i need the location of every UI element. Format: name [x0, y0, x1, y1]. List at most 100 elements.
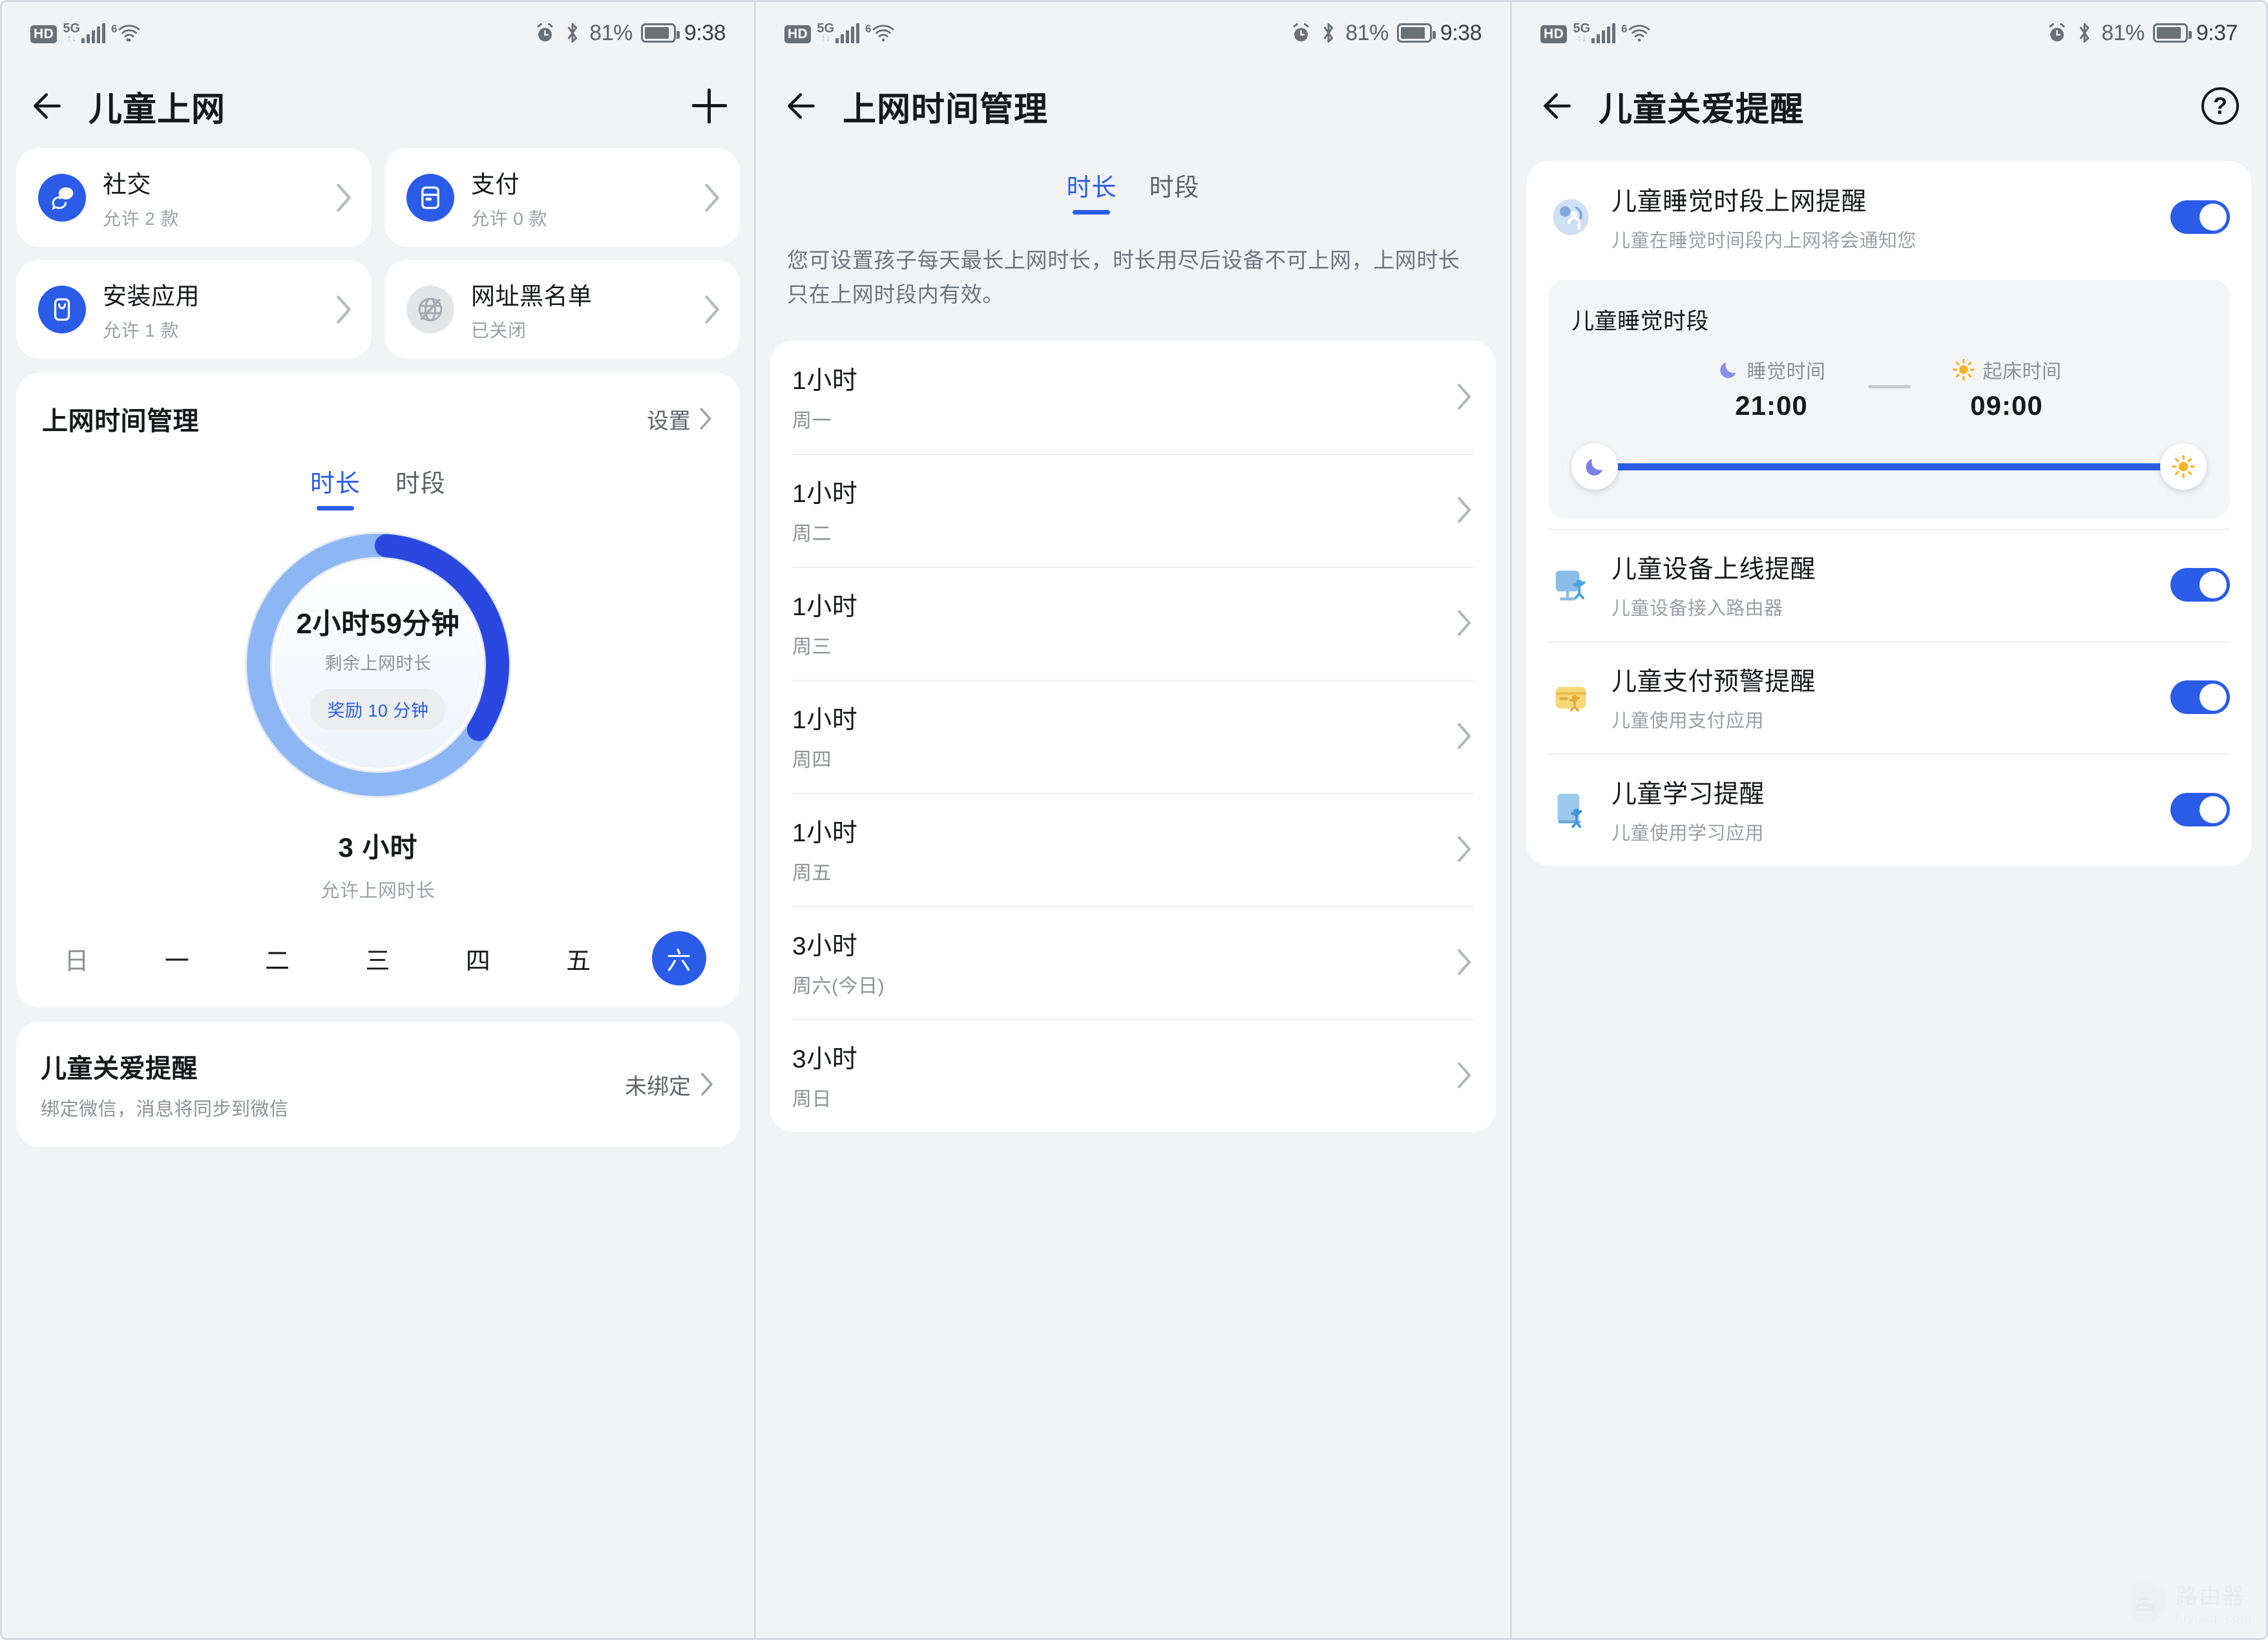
row-day: 周五 — [792, 863, 832, 885]
toggle-sleep-reminder[interactable] — [2170, 200, 2230, 234]
list-item[interactable]: 1小时 周二 — [792, 453, 1474, 567]
battery-icon — [2152, 23, 2192, 43]
care-reminder-card[interactable]: 儿童关爱提醒 绑定微信，消息将同步到微信 未绑定 — [16, 1022, 740, 1147]
moon-icon — [1719, 362, 1736, 379]
list-item[interactable]: 1小时 周四 — [792, 679, 1474, 793]
list-item[interactable]: 1小时 周五 — [792, 792, 1474, 906]
row-study-reminder[interactable]: 儿童学习提醒 儿童使用学习应用 — [1548, 753, 2230, 866]
day-thursday[interactable]: 四 — [451, 931, 505, 985]
bedtime-value: 21:00 — [1735, 390, 1808, 421]
remaining-time-value: 2小时59分钟 — [296, 608, 460, 640]
sleep-period-title: 儿童睡觉时段 — [1571, 309, 1710, 334]
settings-link[interactable]: 设置 — [647, 403, 714, 435]
list-item[interactable]: 3小时周六(今日) — [792, 905, 1474, 1019]
status-bar-2: HD 5G ↑↓ 6 81% 9:38 — [756, 2, 1510, 64]
tile-sub: 已关闭 — [471, 320, 527, 341]
screen-care-reminder: HD 5G ↑↓ 6 81% 9:37 儿童关爱提醒 ? 儿童睡觉时段上网提醒 … — [1512, 0, 2268, 1640]
screen-children-internet: HD 5G ↑↓ 6 81% 9:38 儿童上网 社交 允许 2 款 支付 允许… — [0, 0, 756, 1640]
sleep-period-box: 儿童睡觉时段 睡觉时间 21:00 起床时间 09:00 — [1548, 280, 2230, 518]
hd-icon: HD — [1540, 25, 1568, 44]
day-saturday[interactable]: 六 — [651, 931, 706, 985]
add-icon[interactable] — [692, 89, 727, 123]
chevron-right-icon — [1458, 949, 1471, 976]
battery-icon — [1396, 23, 1436, 43]
row-day: 周六(今日) — [792, 976, 885, 998]
row-value: 1小时 — [792, 367, 858, 395]
row-subtitle: 儿童使用支付应用 — [1612, 711, 1765, 731]
time-management-card: 上网时间管理 设置 时长 时段 2小时59分钟 剩余上网时长 奖励 10 分钟 … — [16, 373, 740, 1007]
hd-icon: HD — [784, 25, 812, 44]
list-item[interactable]: 1小时 周三 — [792, 566, 1474, 680]
bedtime-col[interactable]: 睡觉时间 21:00 — [1685, 355, 1859, 421]
globe-kid-icon — [1548, 194, 1593, 240]
waketime-label: 起床时间 — [1982, 361, 2062, 383]
tile-url-blacklist[interactable]: 网址黑名单 已关闭 — [384, 260, 740, 359]
sleep-range-slider[interactable] — [1571, 443, 2207, 490]
tile-install-apps[interactable]: 安装应用 允许 1 款 — [16, 260, 372, 359]
chevron-right-icon — [705, 295, 719, 324]
slider-knob-bedtime[interactable] — [1571, 443, 1618, 490]
chat-bubble-icon — [38, 173, 86, 222]
row-subtitle: 儿童在睡觉时间段内上网将会通知您 — [1612, 231, 1917, 251]
tab-duration[interactable]: 时长 — [310, 463, 361, 510]
row-subtitle: 儿童设备接入路由器 — [1612, 598, 1783, 619]
row-title: 儿童设备上线提醒 — [1612, 556, 1816, 583]
cellular-signal-icon: 5G ↑↓ — [817, 22, 860, 43]
tile-social[interactable]: 社交 允许 2 款 — [16, 148, 372, 247]
app-bar-2: 上网时间管理 — [756, 64, 1510, 148]
chevron-right-icon — [1458, 610, 1471, 636]
bedtime-label: 睡觉时间 — [1747, 361, 1826, 383]
reward-button[interactable]: 奖励 10 分钟 — [310, 689, 446, 730]
list-item[interactable]: 3小时 周日 — [792, 1018, 1474, 1132]
care-reminder-subtitle: 绑定微信，消息将同步到微信 — [41, 1099, 289, 1120]
chevron-right-icon — [1458, 1062, 1471, 1089]
status-bar-3: HD 5G ↑↓ 6 81% 9:37 — [1512, 2, 2266, 64]
card-icon — [406, 173, 454, 222]
back-arrow-icon[interactable] — [29, 88, 65, 124]
allowed-duration-value: 3 小时 — [338, 832, 418, 863]
screen-time-management: HD 5G ↑↓ 6 81% 9:38 上网时间管理 时长 时段 您可设置孩子每… — [756, 0, 1512, 1640]
chevron-right-icon — [1458, 497, 1471, 523]
toggle-device-online[interactable] — [2170, 568, 2230, 602]
tile-label: 社交 — [103, 171, 151, 198]
waketime-col[interactable]: 起床时间 09:00 — [1920, 355, 2094, 421]
app-bar-1: 儿童上网 — [2, 64, 754, 148]
tile-payment[interactable]: 支付 允许 0 款 — [384, 148, 740, 247]
sun-icon — [2172, 455, 2195, 478]
row-sleep-reminder[interactable]: 儿童睡觉时段上网提醒 儿童在睡觉时间段内上网将会通知您 — [1548, 161, 2230, 273]
chevron-right-icon — [1458, 723, 1471, 750]
chevron-right-icon — [700, 408, 711, 430]
row-value: 3小时 — [792, 932, 858, 961]
tile-sub: 允许 0 款 — [471, 208, 548, 229]
tile-label: 支付 — [471, 171, 520, 198]
hd-icon: HD — [30, 25, 58, 44]
care-reminder-status: 未绑定 — [625, 1074, 691, 1099]
slider-knob-waketime[interactable] — [2160, 443, 2207, 490]
help-icon[interactable]: ? — [2201, 87, 2239, 125]
globe-blocked-icon — [406, 285, 454, 333]
screenshot-root: HD 5G ↑↓ 6 81% 9:38 儿童上网 社交 允许 2 款 支付 允许… — [0, 0, 2268, 1640]
status-left-1: HD 5G ↑↓ 6 — [30, 22, 140, 44]
toggle-study-reminder[interactable] — [2170, 793, 2230, 826]
back-arrow-icon[interactable] — [783, 88, 819, 124]
status-clock: 9:37 — [2196, 20, 2238, 45]
status-left-2: HD 5G ↑↓ 6 — [784, 22, 894, 44]
row-payment-alert-reminder[interactable]: 儿童支付预警提醒 儿童使用支付应用 — [1548, 641, 2230, 753]
chevron-right-icon — [1458, 384, 1471, 410]
day-friday[interactable]: 五 — [552, 931, 606, 985]
toggle-payment-alert[interactable] — [2170, 680, 2230, 714]
chevron-right-icon — [701, 1073, 713, 1096]
wifi-icon: 6 — [1621, 23, 1650, 43]
day-sunday[interactable]: 日 — [50, 931, 104, 985]
day-tuesday[interactable]: 二 — [251, 931, 305, 985]
tab-duration[interactable]: 时长 — [1066, 167, 1117, 215]
tab-period[interactable]: 时段 — [1150, 167, 1200, 215]
back-arrow-icon[interactable] — [1539, 88, 1575, 124]
page-title: 儿童上网 — [89, 90, 226, 129]
day-monday[interactable]: 一 — [150, 931, 204, 985]
row-title: 儿童睡觉时段上网提醒 — [1612, 188, 1867, 216]
day-wednesday[interactable]: 三 — [351, 931, 405, 985]
list-item[interactable]: 1小时 周一 — [792, 341, 1474, 454]
tab-period[interactable]: 时段 — [395, 463, 446, 510]
row-device-online-reminder[interactable]: 儿童设备上线提醒 儿童设备接入路由器 — [1548, 529, 2230, 641]
